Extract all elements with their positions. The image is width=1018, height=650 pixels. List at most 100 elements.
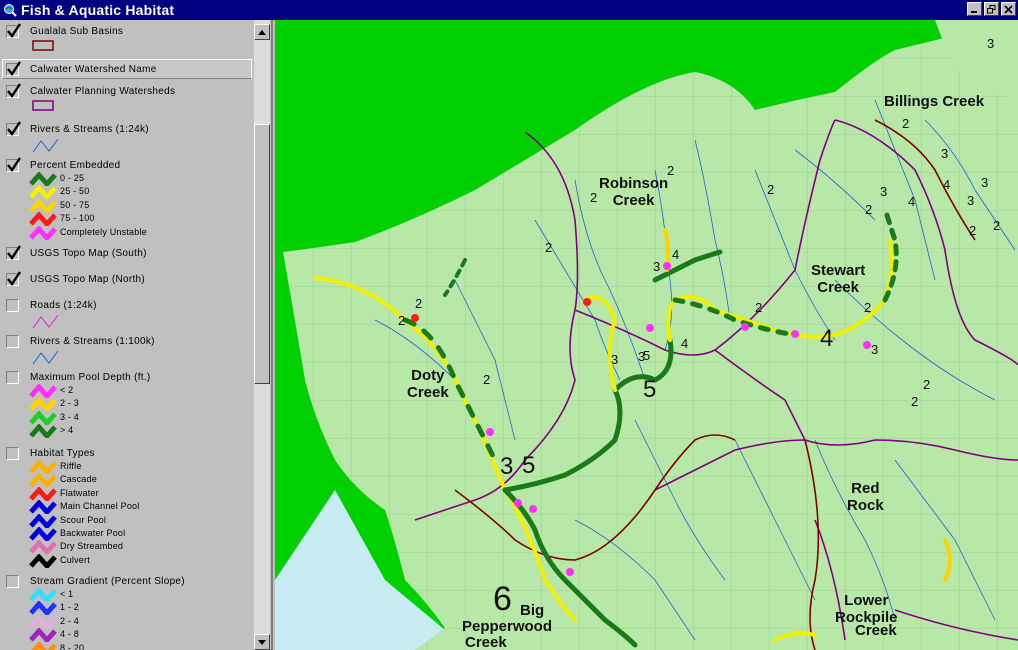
class-swatch-icon bbox=[29, 614, 57, 629]
map-view[interactable]: Billings Creek Robinson Creek Stewart Cree… bbox=[275, 20, 1018, 650]
legend-class-item: 1 - 2 bbox=[0, 601, 240, 616]
class-label: Culvert bbox=[60, 554, 90, 565]
minimize-button[interactable] bbox=[967, 2, 982, 16]
arrow-up-icon bbox=[258, 29, 266, 35]
class-label: 50 - 75 bbox=[60, 199, 90, 210]
class-label: 8 - 20 bbox=[60, 642, 85, 650]
checkmark-icon bbox=[7, 271, 21, 287]
minimize-icon bbox=[971, 10, 977, 13]
layer-name: USGS Topo Map (South) bbox=[30, 248, 147, 259]
scroll-up-button[interactable] bbox=[254, 24, 270, 40]
legend-class-item: Completely Unstable bbox=[0, 225, 240, 240]
layer-name: Calwater Planning Watersheds bbox=[30, 86, 176, 97]
class-label: 1 - 2 bbox=[60, 602, 80, 613]
class-swatch-icon bbox=[29, 473, 57, 488]
scroll-down-button[interactable] bbox=[254, 634, 270, 650]
stream-order-label: 2 bbox=[865, 202, 873, 217]
class-swatch-icon bbox=[29, 225, 57, 240]
label-lower-rockpile: Lower Rockpile bbox=[835, 592, 898, 626]
class-label: 75 - 100 bbox=[60, 213, 95, 224]
layer-checkbox[interactable] bbox=[6, 447, 19, 460]
stream-order-label: 2 bbox=[590, 190, 598, 205]
stream-order-label: 2 bbox=[969, 223, 977, 238]
legend-class-item: > 4 bbox=[0, 424, 240, 439]
layer-checkbox[interactable] bbox=[6, 575, 19, 588]
restore-button[interactable] bbox=[984, 2, 999, 16]
stream-order-label: 4 bbox=[681, 336, 689, 351]
class-swatch-icon bbox=[29, 628, 57, 643]
title-bar: Fish & Aquatic Habitat bbox=[0, 0, 1018, 20]
layer-checkbox[interactable] bbox=[6, 271, 21, 287]
legend-class-item: Cascade bbox=[0, 473, 240, 488]
stream-order-label: 3 bbox=[871, 342, 879, 357]
legend-scrollbar[interactable] bbox=[254, 20, 270, 650]
window-title: Fish & Aquatic Habitat bbox=[21, 2, 175, 18]
label-big-pepperwood-creek: Creek bbox=[465, 634, 507, 650]
legend-class-item: Dry Streambed bbox=[0, 540, 240, 555]
restore-icon bbox=[987, 4, 996, 13]
stream-order-label: 5 bbox=[522, 452, 536, 479]
label-red-rock: Red Rock bbox=[847, 480, 884, 514]
legend-class-item: 25 - 50 bbox=[0, 185, 240, 200]
layer-name: USGS Topo Map (North) bbox=[30, 274, 146, 285]
line-swatch bbox=[32, 138, 59, 153]
layer-name: Gualala Sub Basins bbox=[30, 26, 124, 37]
layer-checkbox[interactable] bbox=[6, 61, 21, 77]
class-label: 25 - 50 bbox=[60, 186, 90, 197]
stream-order-label: 2 bbox=[911, 394, 919, 409]
legend-class-item: 4 - 8 bbox=[0, 628, 240, 643]
layer-checkbox[interactable] bbox=[6, 83, 21, 99]
layer-checkbox[interactable] bbox=[6, 23, 21, 39]
class-label: 3 - 4 bbox=[60, 411, 80, 422]
legend-class-item: < 2 bbox=[0, 384, 240, 398]
topo-grid bbox=[283, 20, 1018, 650]
scroll-thumb[interactable] bbox=[254, 124, 270, 384]
stream-order-label: 6 bbox=[493, 580, 512, 618]
class-label: Cascade bbox=[60, 474, 97, 485]
stream-order-label: 3 bbox=[638, 349, 646, 364]
stream-order-label: 3 bbox=[967, 193, 975, 208]
label-robinson-creek: Robinson Creek bbox=[599, 175, 669, 209]
checkmark-icon bbox=[7, 157, 21, 173]
class-swatch-icon bbox=[29, 198, 57, 213]
layer-checkbox[interactable] bbox=[6, 371, 19, 384]
stream-order-label: 3 bbox=[941, 146, 949, 161]
layer-checkbox[interactable] bbox=[6, 157, 21, 173]
class-swatch-icon bbox=[29, 185, 57, 200]
class-swatch-icon bbox=[29, 500, 57, 515]
legend-class-item: 3 - 4 bbox=[0, 410, 240, 425]
map-canvas bbox=[275, 20, 1018, 650]
stream-order-label: 3 bbox=[981, 175, 989, 190]
polygon-swatch bbox=[32, 40, 54, 51]
layer-name: Roads (1:24k) bbox=[30, 300, 97, 311]
class-label: Riffle bbox=[60, 461, 82, 471]
layer-name: Rivers & Streams (1:24k) bbox=[30, 124, 149, 135]
class-swatch-icon bbox=[29, 540, 57, 555]
layer-checkbox[interactable] bbox=[6, 245, 21, 261]
legend-class-item: Culvert bbox=[0, 553, 240, 568]
label-doty-creek: Doty Creek bbox=[407, 367, 449, 401]
class-swatch-icon bbox=[29, 513, 57, 528]
app-globe-icon bbox=[4, 4, 17, 17]
layer-name: Habitat Types bbox=[30, 448, 95, 459]
polygon-swatch bbox=[32, 100, 54, 111]
class-label: Main Channel Pool bbox=[60, 501, 140, 512]
label-big-pepperwood: Big bbox=[520, 602, 545, 619]
stream-order-label: 3 bbox=[880, 184, 888, 199]
stream-order-label: 2 bbox=[864, 300, 872, 315]
class-label: < 1 bbox=[60, 589, 74, 599]
stream-order-label: 4 bbox=[672, 247, 680, 262]
checkmark-icon bbox=[7, 83, 21, 99]
layer-checkbox[interactable] bbox=[6, 121, 21, 137]
close-icon bbox=[1004, 4, 1013, 14]
class-label: < 2 bbox=[60, 385, 74, 395]
legend-class-item: 8 - 20 bbox=[0, 641, 240, 650]
stream-order-label: 2 bbox=[993, 218, 1001, 233]
label-big-pepperwood-name: Pepperwood bbox=[462, 618, 553, 635]
class-label: Dry Streambed bbox=[60, 541, 124, 552]
layer-checkbox[interactable] bbox=[6, 299, 19, 312]
stream-order-label: 4 bbox=[820, 325, 834, 352]
layer-checkbox[interactable] bbox=[6, 335, 19, 348]
close-button[interactable] bbox=[1001, 2, 1016, 16]
class-swatch-icon bbox=[29, 397, 57, 412]
